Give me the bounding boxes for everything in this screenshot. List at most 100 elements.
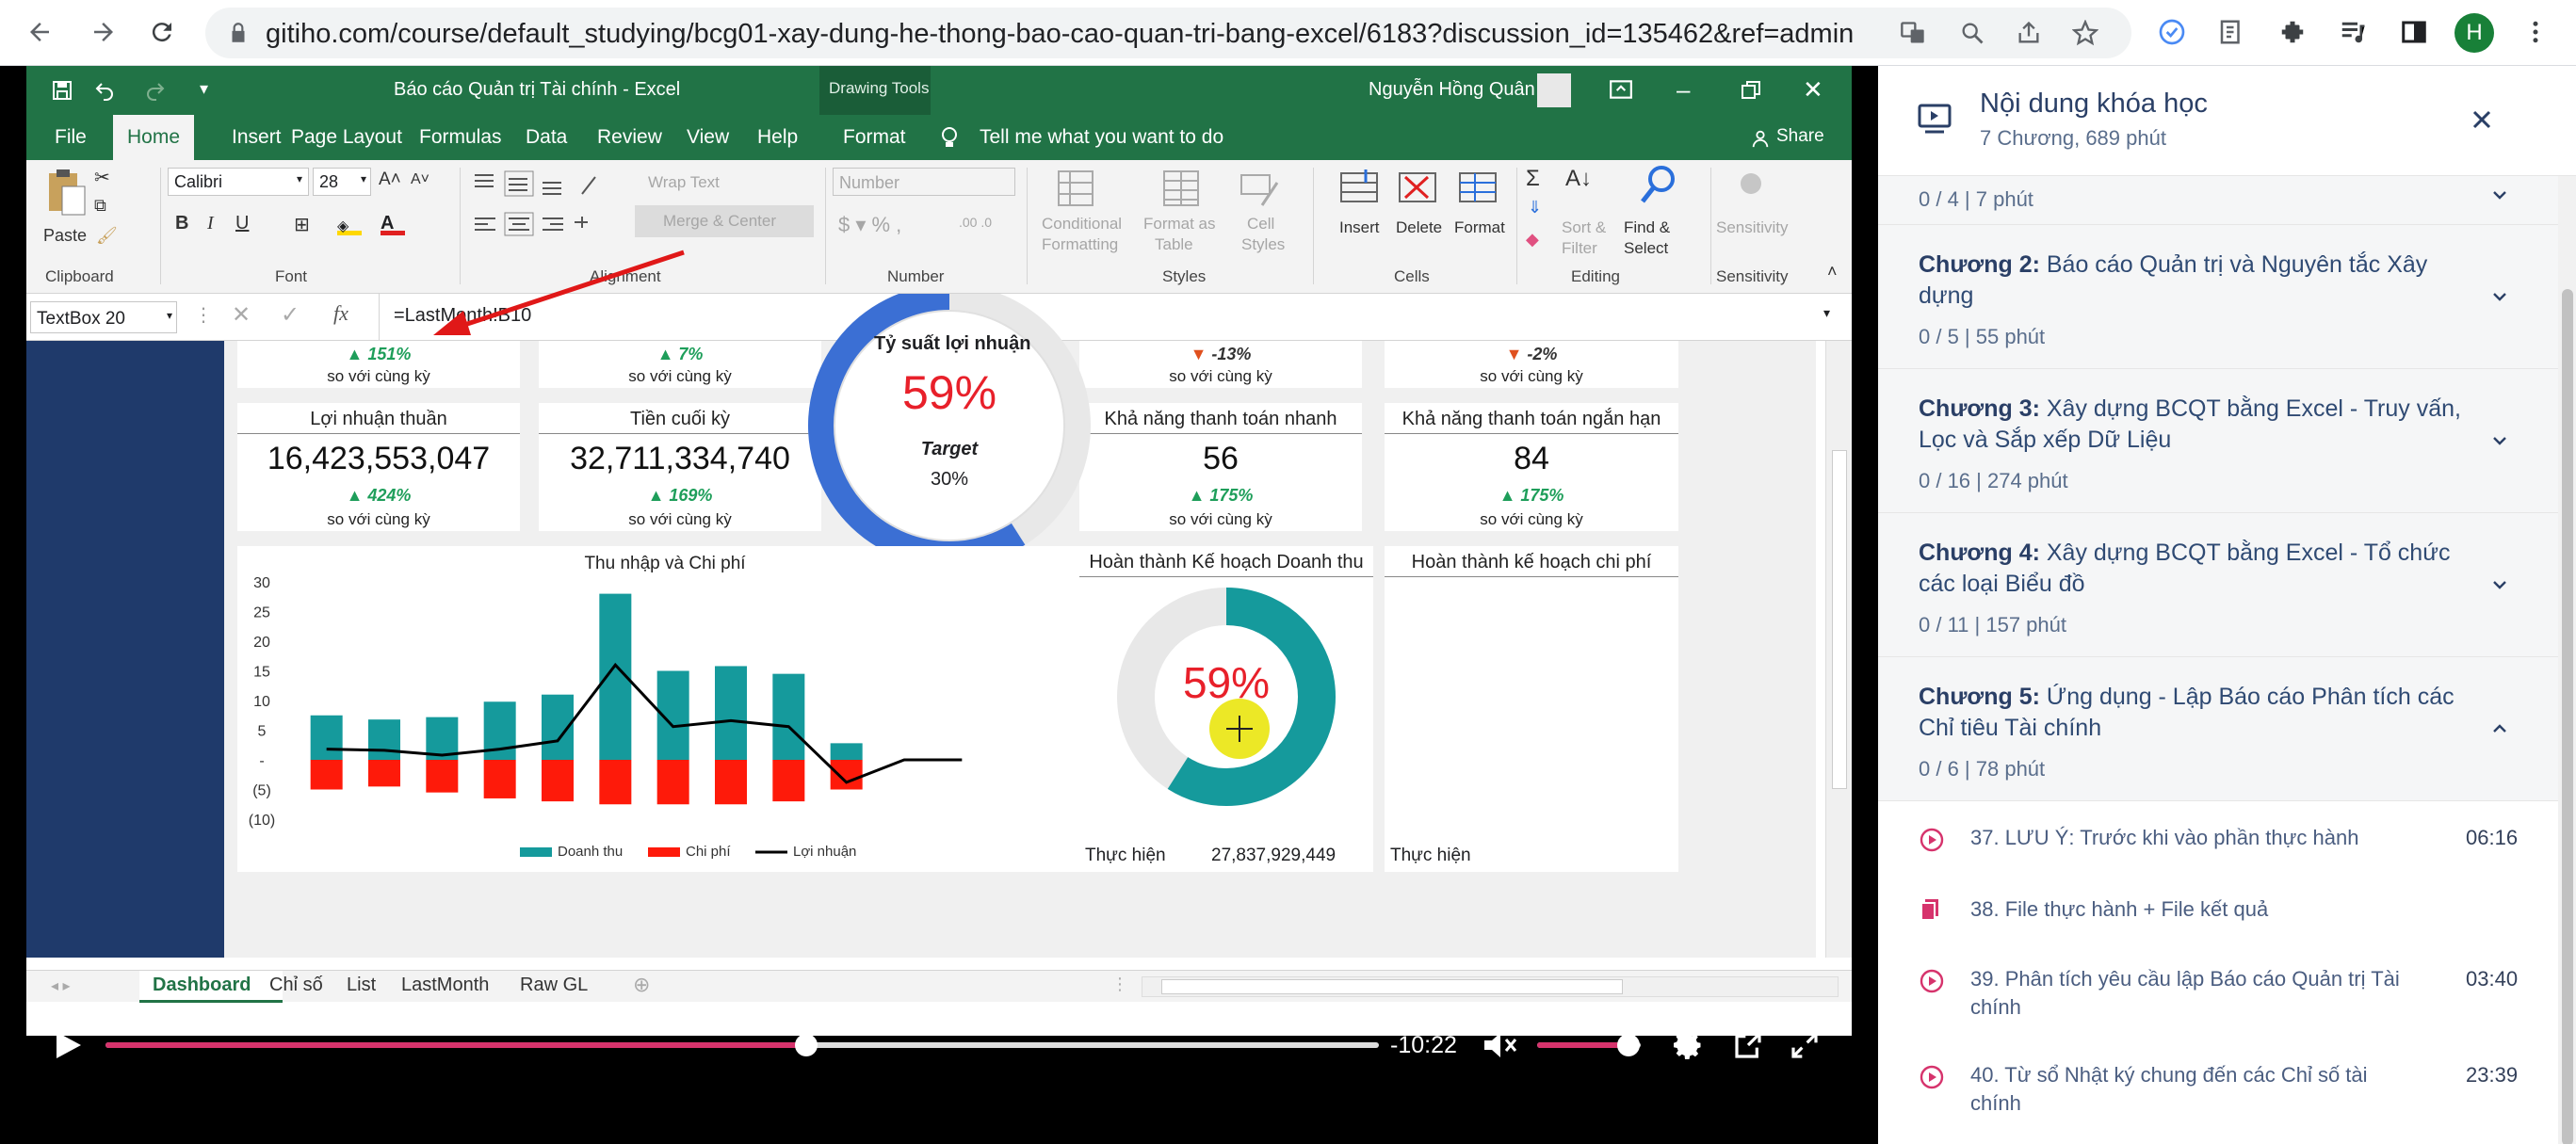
font-name-box[interactable]: Calibri ▾ — [168, 168, 309, 196]
delete-cells-button[interactable]: Delete — [1396, 218, 1442, 237]
forward-icon[interactable] — [85, 13, 122, 51]
insert-cells-button[interactable]: Insert — [1339, 218, 1380, 237]
sort-label[interactable]: Sort & — [1562, 218, 1606, 237]
decimal-icons[interactable]: .00 .0 — [959, 215, 992, 230]
lesson-40[interactable]: 40. Từ sổ Nhật ký chung đến các Chỉ số t… — [1878, 1040, 2558, 1144]
number-format-box[interactable]: Number — [833, 168, 1015, 196]
autosum-icon[interactable]: Σ — [1526, 166, 1540, 192]
sensitivity-icon[interactable] — [1741, 173, 1761, 194]
restore-icon[interactable] — [1741, 80, 1761, 101]
volume-slider[interactable] — [1537, 1034, 1641, 1056]
lesson-37[interactable]: 37. LƯU Ý: Trước khi vào phần thực hành … — [1878, 801, 2558, 873]
sensitivity-button[interactable]: Sensitivity — [1716, 218, 1789, 237]
font-size-box[interactable]: 28 ▾ — [313, 168, 371, 196]
conditional-formatting-icon[interactable] — [1053, 168, 1100, 211]
tell-me-search[interactable]: Tell me what you want to do — [980, 126, 1223, 149]
sheet-nav-icons[interactable]: ◂ ▸ — [51, 976, 71, 995]
save-icon[interactable] — [51, 79, 73, 102]
format-cells-button[interactable]: Format — [1454, 218, 1505, 237]
font-color-icon[interactable]: A — [381, 213, 405, 235]
zoom-icon[interactable] — [1957, 18, 1987, 48]
extension-note-icon[interactable] — [2212, 13, 2250, 51]
address-bar[interactable]: gitiho.com/course/default_studying/bcg01… — [205, 8, 2131, 58]
find-button[interactable]: Find & — [1624, 218, 1670, 237]
tab-chi-so[interactable]: Chỉ số — [269, 975, 323, 996]
close-window-icon[interactable]: ✕ — [1803, 75, 1823, 105]
tab-lastmonth[interactable]: LastMonth — [401, 975, 489, 996]
tab-dashboard[interactable]: Dashboard — [139, 971, 283, 1003]
tab-file[interactable]: File — [55, 126, 87, 149]
share-button[interactable]: Share — [1776, 126, 1824, 147]
filter-label[interactable]: Filter — [1562, 239, 1597, 258]
confirm-icon[interactable]: ✓ — [281, 301, 300, 329]
chapter-4[interactable]: Chương 4: Xây dựng BCQT bằng Excel - Tổ … — [1878, 513, 2558, 657]
scrollbar-thumb[interactable] — [2562, 289, 2573, 1144]
tab-page-layout[interactable]: Page Layout — [291, 126, 402, 149]
settings-gear-icon[interactable] — [1671, 1028, 1705, 1062]
name-box[interactable]: TextBox 20 ▾ — [30, 301, 177, 333]
tab-list[interactable]: List — [347, 975, 376, 996]
tab-formulas[interactable]: Formulas — [419, 126, 502, 149]
qat-dropdown-icon[interactable]: ▾ — [200, 79, 208, 99]
tab-raw-gl[interactable]: Raw GL — [520, 975, 588, 996]
sort-filter-icon[interactable]: A↓ — [1565, 166, 1592, 192]
currency-icon[interactable]: $ ▾ % , — [838, 213, 901, 237]
paste-icon[interactable] — [45, 168, 89, 218]
expand-formula-icon[interactable]: ▾ — [1823, 305, 1830, 321]
clear-icon[interactable]: ◆ — [1526, 230, 1539, 250]
panel-scrollbar[interactable] — [2558, 176, 2576, 1144]
progress-handle[interactable] — [794, 1034, 818, 1056]
fullscreen-icon[interactable] — [1790, 1030, 1820, 1060]
tab-view[interactable]: View — [687, 126, 729, 149]
border-icon[interactable]: ⊞ — [294, 213, 310, 236]
lesson-38[interactable]: 38. File thực hành + File kết quả — [1878, 873, 2558, 944]
underline-icon[interactable]: U — [235, 213, 249, 234]
add-sheet-icon[interactable]: ⊕ — [633, 973, 650, 997]
extension-shield-icon[interactable] — [2153, 13, 2191, 51]
scrollbar-thumb[interactable] — [1832, 450, 1847, 789]
chapter-1[interactable]: 0 / 4 | 7 phút — [1878, 176, 2558, 225]
cancel-icon[interactable]: ✕ — [232, 301, 251, 329]
fill-icon[interactable]: ⇓ — [1528, 198, 1542, 218]
decrease-font-icon[interactable]: A˅ — [411, 171, 429, 188]
tab-review[interactable]: Review — [597, 126, 662, 149]
redo-icon[interactable] — [143, 79, 168, 102]
cut-icon[interactable]: ✂ — [94, 166, 110, 189]
extensions-puzzle-icon[interactable] — [2274, 13, 2311, 51]
play-icon[interactable] — [55, 1030, 83, 1060]
format-as-table-icon[interactable] — [1158, 168, 1206, 211]
lesson-39[interactable]: 39. Phân tích yêu cầu lập Báo cáo Quản t… — [1878, 944, 2558, 1040]
wrap-text-button[interactable]: Wrap Text — [648, 173, 720, 192]
reload-icon[interactable] — [143, 13, 181, 51]
fill-color-icon[interactable]: ◈ — [337, 217, 362, 235]
bold-icon[interactable]: B — [175, 213, 188, 234]
insert-function-icon[interactable]: fx — [333, 301, 348, 326]
minimize-icon[interactable]: – — [1677, 75, 1690, 105]
star-icon[interactable] — [2070, 18, 2100, 48]
back-icon[interactable] — [21, 13, 58, 51]
undo-icon[interactable] — [92, 79, 117, 102]
scrollbar-thumb[interactable] — [1161, 979, 1623, 994]
translate-icon[interactable] — [1898, 18, 1928, 48]
tab-data[interactable]: Data — [526, 126, 567, 149]
close-icon[interactable] — [2471, 109, 2492, 130]
tab-insert[interactable]: Insert — [232, 126, 282, 149]
insert-cells-icon[interactable] — [1337, 168, 1381, 209]
copy-icon[interactable]: ⧉ — [94, 196, 106, 216]
cell-styles-icon[interactable] — [1236, 168, 1283, 211]
collapse-ribbon-icon[interactable]: ˄ — [1827, 262, 1838, 282]
profile-avatar[interactable]: H — [2454, 13, 2494, 53]
chapter-2[interactable]: Chương 2: Báo cáo Quản trị và Nguyên tắc… — [1878, 225, 2558, 369]
progress-track[interactable] — [105, 1034, 1379, 1056]
volume-icon[interactable] — [1482, 1030, 1518, 1060]
select-button[interactable]: Select — [1624, 239, 1668, 258]
format-cells-icon[interactable] — [1456, 168, 1499, 209]
delete-cells-icon[interactable] — [1396, 168, 1439, 209]
tab-home[interactable]: Home — [113, 115, 194, 160]
ribbon-display-icon[interactable] — [1609, 79, 1633, 100]
chapter-3[interactable]: Chương 3: Xây dựng BCQT bằng Excel - Tru… — [1878, 369, 2558, 513]
popout-icon[interactable] — [1733, 1030, 1763, 1060]
share-icon[interactable] — [2014, 18, 2044, 48]
format-painter-icon[interactable]: 🖌 — [96, 226, 118, 246]
increase-font-icon[interactable]: A˄ — [379, 169, 401, 190]
